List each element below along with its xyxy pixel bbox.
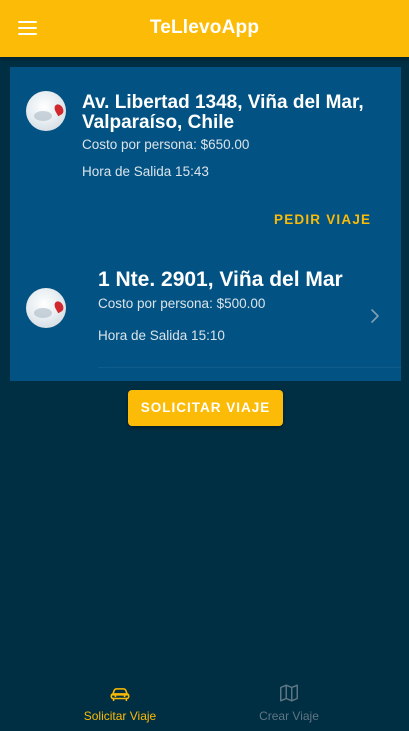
trip-departure: Hora de Salida 15:43	[82, 164, 209, 179]
trip-list: Av. Libertad 1348, Viña del Mar, Valpara…	[10, 67, 401, 381]
trip-address-line2: Valparaíso, Chile	[82, 112, 235, 133]
tab-bar: Solicitar Viaje Crear Viaje	[0, 672, 409, 731]
tab-label: Crear Viaje	[259, 709, 319, 723]
location-pin-icon	[26, 288, 66, 328]
trip-cost: Costo por persona: $650.00	[82, 137, 250, 152]
location-pin-icon	[26, 91, 66, 131]
map-icon	[280, 684, 298, 702]
solicitar-viaje-button[interactable]: SOLICITAR VIAJE	[128, 390, 283, 426]
tab-crear-viaje[interactable]: Crear Viaje	[187, 672, 391, 731]
app-title: TeLlevoApp	[149, 17, 260, 38]
item-divider	[98, 367, 401, 368]
trip-departure: Hora de Salida 15:10	[98, 328, 225, 343]
trip-cost: Costo por persona: $500.00	[98, 296, 266, 311]
app-toolbar: TeLlevoApp	[0, 0, 409, 57]
trip-address: 1 Nte. 2901, Viña del Mar	[98, 268, 343, 291]
pedir-viaje-button[interactable]: PEDIR VIAJE	[274, 212, 371, 227]
trip-address-line1: Av. Libertad 1348, Viña del Mar,	[82, 92, 364, 113]
car-icon	[110, 688, 130, 702]
chevron-right-icon[interactable]	[370, 308, 380, 324]
